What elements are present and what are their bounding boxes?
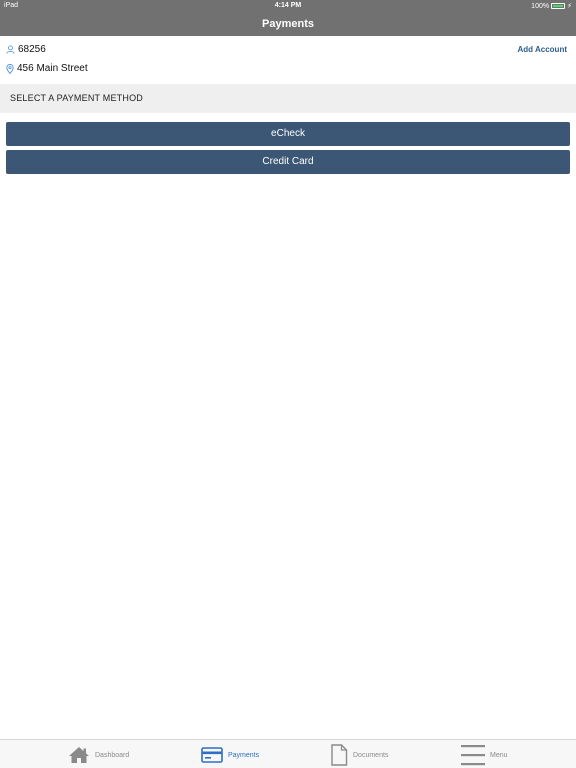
section-header: SELECT A PAYMENT METHOD xyxy=(0,84,576,113)
person-icon xyxy=(6,45,15,54)
account-number: 68256 xyxy=(18,44,46,55)
battery-icon xyxy=(551,3,566,9)
document-icon xyxy=(331,744,348,766)
tab-label: Dashboard xyxy=(95,751,130,759)
battery-percent: 100% xyxy=(531,2,550,10)
tab-label: Payments xyxy=(228,751,260,759)
section-title: SELECT A PAYMENT METHOD xyxy=(10,93,143,103)
account-address: 456 Main Street xyxy=(17,63,88,74)
credit-card-icon xyxy=(201,747,223,763)
status-time: 4:14 PM xyxy=(274,2,302,9)
credit-card-button[interactable]: Credit Card xyxy=(6,150,570,174)
add-account-link[interactable]: Add Account xyxy=(518,45,567,54)
tab-documents[interactable]: Documents xyxy=(330,743,388,767)
tab-bar: Dashboard Payments Documents Menu xyxy=(0,739,576,768)
account-number-row: 68256 xyxy=(6,44,46,55)
charging-icon: ⚡ xyxy=(567,3,572,10)
location-pin-icon xyxy=(6,63,14,74)
account-address-row: 456 Main Street xyxy=(6,63,88,74)
hamburger-icon xyxy=(461,745,485,766)
echeck-button[interactable]: eCheck xyxy=(6,122,570,146)
tab-menu[interactable]: Menu xyxy=(461,743,508,767)
battery-status: 100% ⚡ xyxy=(531,2,572,11)
navigation-bar: Payments xyxy=(0,12,576,36)
status-bar: iPad 4:14 PM 100% ⚡ xyxy=(0,0,576,12)
account-info: 68256 456 Main Street Add Account xyxy=(0,36,576,84)
tab-dashboard[interactable]: Dashboard xyxy=(68,743,129,767)
page-title: Payments xyxy=(262,18,314,30)
tab-label: Menu xyxy=(490,751,508,759)
tab-label: Documents xyxy=(353,751,389,759)
house-icon xyxy=(69,747,89,763)
tab-payments[interactable]: Payments xyxy=(201,743,259,767)
